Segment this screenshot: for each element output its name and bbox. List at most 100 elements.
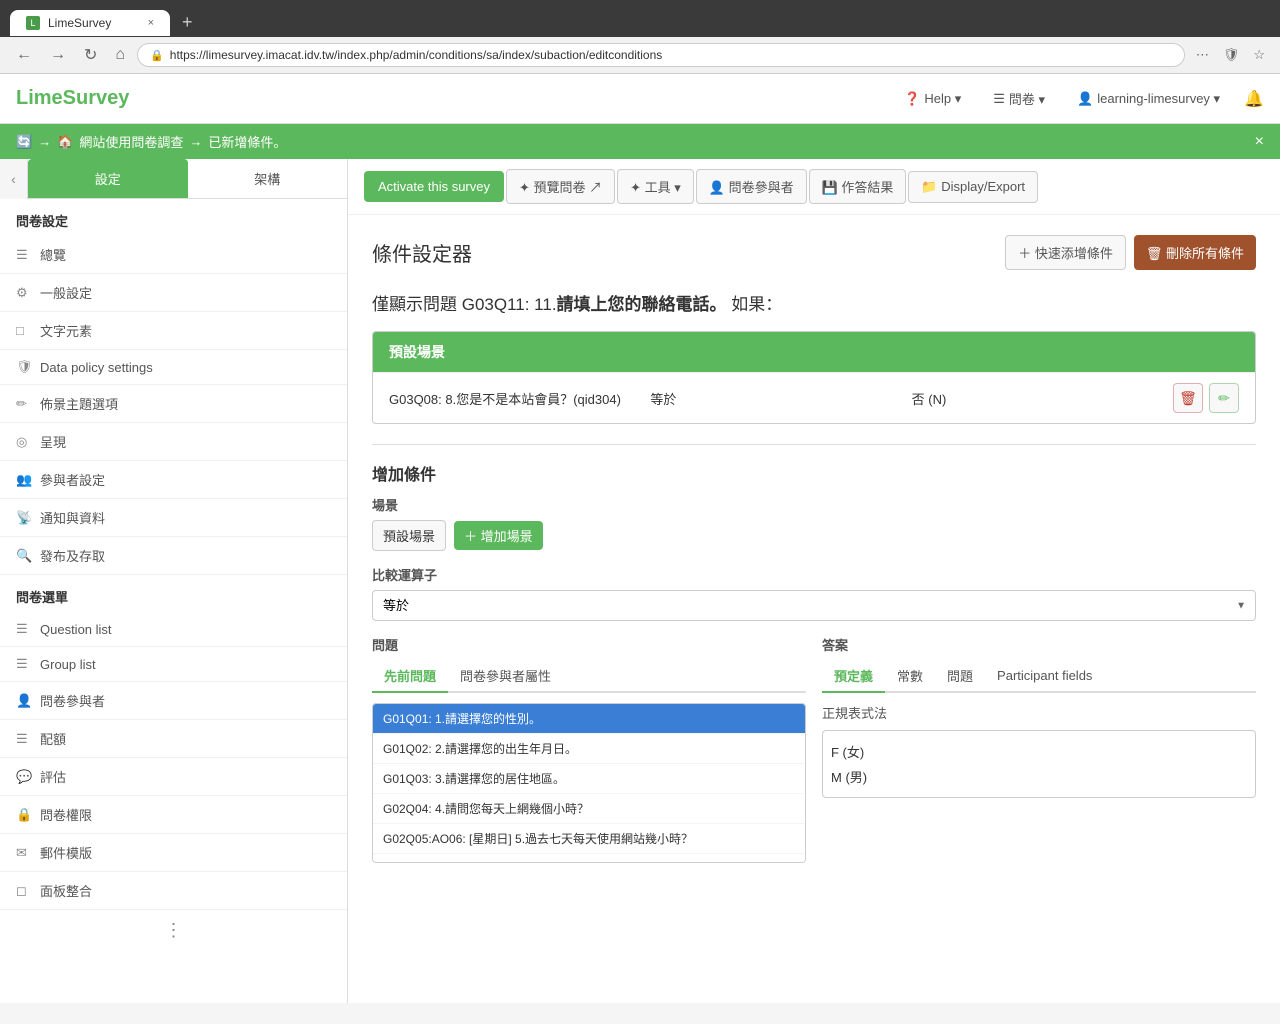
browser-chrome: L LimeSurvey × + <box>0 0 1280 37</box>
sidebar-item-email-templates[interactable]: ✉ 郵件模版 <box>0 834 347 872</box>
notification-bar: 🔄 → 🏠 網站使用問卷調查 → 已新增條件。 × <box>0 124 1280 159</box>
assessment-icon: 💬 <box>16 769 32 785</box>
question-label: 僅顯示問題 G03Q11: 11.請填上您的聯絡電話。 如果： <box>372 290 1256 315</box>
tab-participant-attributes[interactable]: 問卷參與者屬性 <box>448 660 563 693</box>
sidebar-item-overview[interactable]: ☰ 總覽 <box>0 236 347 274</box>
add-scene-button[interactable]: ＋ 增加場景 <box>454 521 543 550</box>
sidebar-item-group-list[interactable]: ☰ Group list <box>0 647 347 682</box>
preview-survey-button[interactable]: ✦ 預覽問卷 ↗ <box>506 169 615 204</box>
delete-condition-button[interactable]: 🗑 <box>1173 383 1203 413</box>
delete-all-conditions-button[interactable]: 🗑 刪除所有條件 <box>1134 235 1256 270</box>
survey-menu-section-title: 問卷選單 <box>0 575 347 612</box>
tab-previous-questions[interactable]: 先前問題 <box>372 660 448 693</box>
survey-icon: ☰ <box>993 91 1005 107</box>
participants-settings-icon: 👥 <box>16 472 32 488</box>
notification-close-button[interactable]: × <box>1255 133 1264 151</box>
tab-settings[interactable]: 設定 <box>28 159 188 198</box>
tools-button[interactable]: ✦ 工具 ▾ <box>617 169 694 204</box>
sidebar-item-participants-settings[interactable]: 👥 參與者設定 <box>0 461 347 499</box>
permissions-icon: 🔒 <box>16 807 32 823</box>
scenario-box: 預設場景 G03Q08: 8.您是不是本站會員？(qid304) 等於 否 (N… <box>372 331 1256 424</box>
tab-constants[interactable]: 常數 <box>885 660 935 693</box>
app-header: LimeSurvey ❓ Help ▾ ☰ 問卷 ▾ 👤 learning-li… <box>0 74 1280 124</box>
sidebar-toggle-button[interactable]: ‹ <box>0 159 28 199</box>
breadcrumb: 🔄 → 🏠 網站使用問卷調查 → 已新增條件。 <box>16 132 286 151</box>
more-options-icon: ⋮ <box>165 920 183 940</box>
sidebar-item-text-elements[interactable]: □ 文字元素 <box>0 312 347 350</box>
home-button[interactable]: ⌂ <box>109 44 131 66</box>
two-col-area: 問題 先前問題 問卷參與者屬性 G01Q01: 1.請選擇您的性別。 G01Q0… <box>372 635 1256 863</box>
shield-button[interactable]: 🛡 <box>1218 45 1245 65</box>
publish-icon: 🔍 <box>16 548 32 564</box>
default-scenario-button[interactable]: 預設場景 <box>372 520 446 551</box>
sidebar-item-panel[interactable]: ◻ 面板整合 <box>0 872 347 910</box>
activate-survey-button[interactable]: Activate this survey <box>364 171 504 202</box>
tab-questions[interactable]: 問題 <box>935 660 985 693</box>
sidebar-item-general-settings[interactable]: ⚙ 一般設定 <box>0 274 347 312</box>
sidebar-item-participants[interactable]: 👤 問卷參與者 <box>0 682 347 720</box>
display-export-button[interactable]: 📁 Display/Export <box>908 171 1038 203</box>
tab-participant-fields[interactable]: Participant fields <box>985 660 1104 693</box>
sidebar-item-quota[interactable]: ☰ 配額 <box>0 720 347 758</box>
quick-add-condition-button[interactable]: ＋ 快速添增條件 <box>1005 235 1126 270</box>
participants-button[interactable]: 👤 問卷參與者 <box>696 169 807 204</box>
overview-icon: ☰ <box>16 247 32 263</box>
sidebar-item-data-policy[interactable]: 🛡 Data policy settings <box>0 350 347 385</box>
sidebar-item-presentation[interactable]: ◎ 呈現 <box>0 423 347 461</box>
url-text: https://limesurvey.imacat.idv.tw/index.p… <box>170 48 1172 62</box>
list-item[interactable]: G02Q05:AO06: [星期日] 5.過去七天每天使用網站幾小時？ <box>373 824 805 854</box>
extensions-button[interactable]: ⋯ <box>1191 45 1214 65</box>
help-button[interactable]: ❓ Help ▾ <box>896 87 969 111</box>
list-item[interactable]: G01Q02: 2.請選擇您的出生年月日。 <box>373 734 805 764</box>
sidebar-item-publish[interactable]: 🔍 發布及存取 <box>0 537 347 575</box>
user-icon: 👤 <box>1077 91 1093 107</box>
list-item[interactable]: G02Q04: 4.請問您每天上網幾個小時？ <box>373 794 805 824</box>
answer-item[interactable]: F (女) <box>831 739 1247 764</box>
sidebar-item-assessment[interactable]: 💬 評估 <box>0 758 347 796</box>
question-list[interactable]: G01Q01: 1.請選擇您的性別。 G01Q02: 2.請選擇您的出生年月日。… <box>372 703 806 863</box>
sidebar-item-notifications[interactable]: 📡 通知與資料 <box>0 499 347 537</box>
close-tab-button[interactable]: × <box>148 17 154 29</box>
question-column-label: 問題 <box>372 635 806 654</box>
sidebar-item-theme[interactable]: ✏ 佈景主題選項 <box>0 385 347 423</box>
list-item[interactable]: G01Q01: 1.請選擇您的性別。 <box>373 704 805 734</box>
browser-nav: ← → ↻ ⌂ 🔒 https://limesurvey.imacat.idv.… <box>0 37 1280 74</box>
survey-menu-button[interactable]: ☰ 問卷 ▾ <box>985 85 1053 112</box>
new-tab-button[interactable]: + <box>178 8 197 37</box>
logo[interactable]: LimeSurvey <box>16 87 129 110</box>
header-right: ❓ Help ▾ ☰ 問卷 ▾ 👤 learning-limesurvey ▾ … <box>896 85 1264 112</box>
sidebar-item-permissions[interactable]: 🔒 問卷權限 <box>0 796 347 834</box>
address-bar[interactable]: 🔒 https://limesurvey.imacat.idv.tw/index… <box>137 43 1185 67</box>
star-button[interactable]: ☆ <box>1248 45 1270 65</box>
scenario-header: 預設場景 <box>373 332 1255 372</box>
tab-predefined[interactable]: 預定義 <box>822 660 885 693</box>
responses-button[interactable]: 💾 作答結果 <box>809 169 907 204</box>
refresh-button[interactable]: ↻ <box>78 43 103 67</box>
group-list-icon: ☰ <box>16 656 32 672</box>
breadcrumb-survey-name[interactable]: 網站使用問卷調查 <box>79 132 183 151</box>
answer-item[interactable]: M (男) <box>831 764 1247 789</box>
forward-button[interactable]: → <box>44 44 72 66</box>
edit-condition-button[interactable]: ✏ <box>1209 383 1239 413</box>
notification-bell-icon[interactable]: 🔔 <box>1244 89 1264 109</box>
scenario-value: 否 (N) <box>912 389 1157 408</box>
theme-icon: ✏ <box>16 396 32 412</box>
list-item[interactable]: G02Q05:AO05: [星期六] 5.過去七天每天使用網站幾小時？ <box>373 854 805 863</box>
tab-structure[interactable]: 架構 <box>188 159 348 198</box>
sidebar-tabs: 設定 架構 <box>28 159 347 199</box>
answer-column-label: 答案 <box>822 635 1256 654</box>
browser-tab[interactable]: L LimeSurvey × <box>10 10 170 36</box>
toolbar: Activate this survey ✦ 預覽問卷 ↗ ✦ 工具 ▾ 👤 問… <box>348 159 1280 215</box>
text-icon: □ <box>16 323 32 338</box>
answer-tabs: 預定義 常數 問題 Participant fields <box>822 660 1256 693</box>
list-item[interactable]: G01Q03: 3.請選擇您的居住地區。 <box>373 764 805 794</box>
comparator-select[interactable]: 等於 不等於 大於 小於 大於等於 小於等於 <box>372 590 1256 621</box>
scenario-row: G03Q08: 8.您是不是本站會員？(qid304) 等於 否 (N) 🗑 ✏ <box>373 372 1255 423</box>
scenario-operator: 等於 <box>650 389 895 408</box>
back-button[interactable]: ← <box>10 44 38 66</box>
sidebar-item-question-list[interactable]: ☰ Question list <box>0 612 347 647</box>
sidebar-more[interactable]: ⋮ <box>0 910 347 951</box>
user-menu-button[interactable]: 👤 learning-limesurvey ▾ <box>1069 87 1228 111</box>
scenario-actions: 🗑 ✏ <box>1173 383 1239 413</box>
email-icon: ✉ <box>16 845 32 861</box>
